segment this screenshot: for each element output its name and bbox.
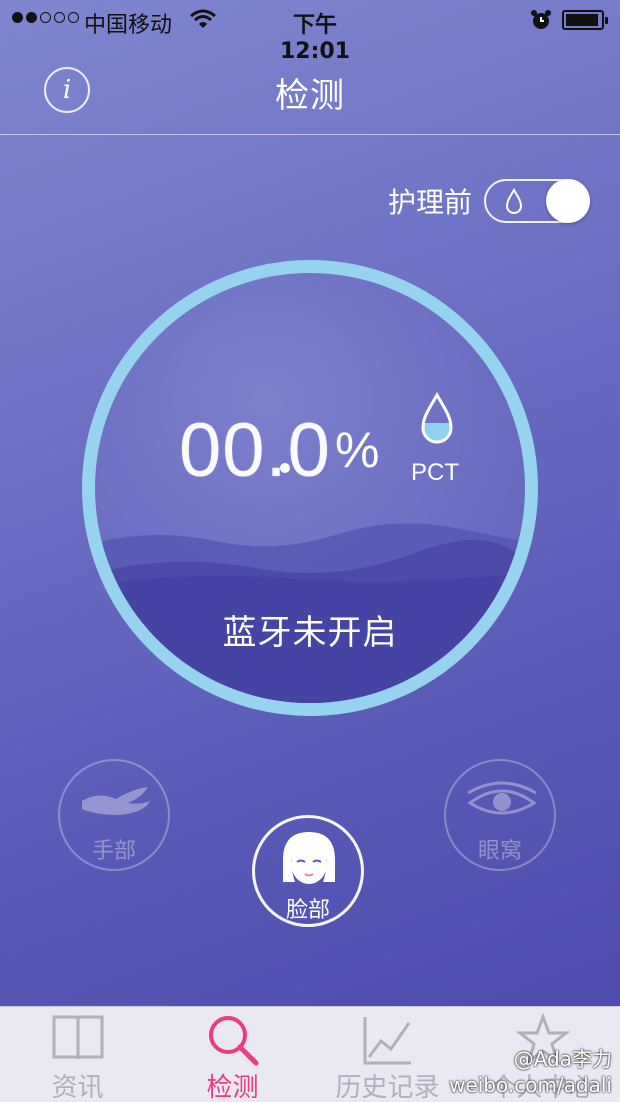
- eye-button[interactable]: 眼窝: [444, 759, 556, 871]
- tab-history[interactable]: 历史记录: [310, 1007, 465, 1102]
- status-bar: 中国移动 下午12:01: [0, 0, 620, 64]
- watermark-handle: @Ada李力: [513, 1047, 612, 1071]
- face-label: 脸部: [285, 898, 330, 923]
- navigation-bar: i 检测: [0, 40, 620, 135]
- moisture-reading: 00.0: [179, 408, 331, 493]
- watermark: @Ada李力 weibo.com/adali: [449, 1046, 612, 1098]
- line-chart-icon: [363, 1017, 411, 1065]
- percent-unit: %: [335, 422, 380, 478]
- water-drop-icon: [417, 391, 457, 453]
- battery-icon: [562, 10, 608, 30]
- eye-label: 眼窝: [477, 839, 522, 864]
- hand-label: 手部: [91, 839, 136, 864]
- tab-history-label: 历史记录: [335, 1073, 440, 1102]
- face-icon: [283, 832, 335, 884]
- face-button[interactable]: 脸部: [252, 815, 364, 927]
- watermark-url: weibo.com/adali: [449, 1073, 612, 1097]
- moisture-gauge: 00.0 % PCT 蓝牙未开启: [82, 260, 538, 716]
- signal-strength-icon: [12, 12, 79, 23]
- book-icon: [52, 1015, 103, 1060]
- hand-icon: [82, 787, 150, 815]
- alarm-clock-icon: [530, 9, 552, 37]
- hand-button[interactable]: 手部: [58, 759, 170, 871]
- water-drop-icon: [504, 187, 524, 220]
- tab-detect[interactable]: 检测: [155, 1007, 310, 1102]
- tab-detect-label: 检测: [206, 1073, 259, 1102]
- tab-news[interactable]: 资讯: [0, 1007, 155, 1102]
- pct-label: PCT: [411, 459, 459, 486]
- care-stage-row: 护理前: [388, 178, 590, 224]
- toggle-knob[interactable]: [546, 179, 590, 223]
- care-stage-label: 护理前: [387, 186, 472, 219]
- bluetooth-status: 蓝牙未开启: [222, 613, 398, 653]
- care-stage-toggle[interactable]: [484, 179, 590, 223]
- tab-news-label: 资讯: [51, 1073, 104, 1102]
- carrier-name: 中国移动: [84, 13, 173, 38]
- page-title: 检测: [275, 76, 345, 116]
- eye-icon: [467, 781, 537, 815]
- decimal-point: [280, 463, 290, 473]
- search-icon: [208, 1016, 258, 1066]
- wifi-icon: [190, 9, 216, 35]
